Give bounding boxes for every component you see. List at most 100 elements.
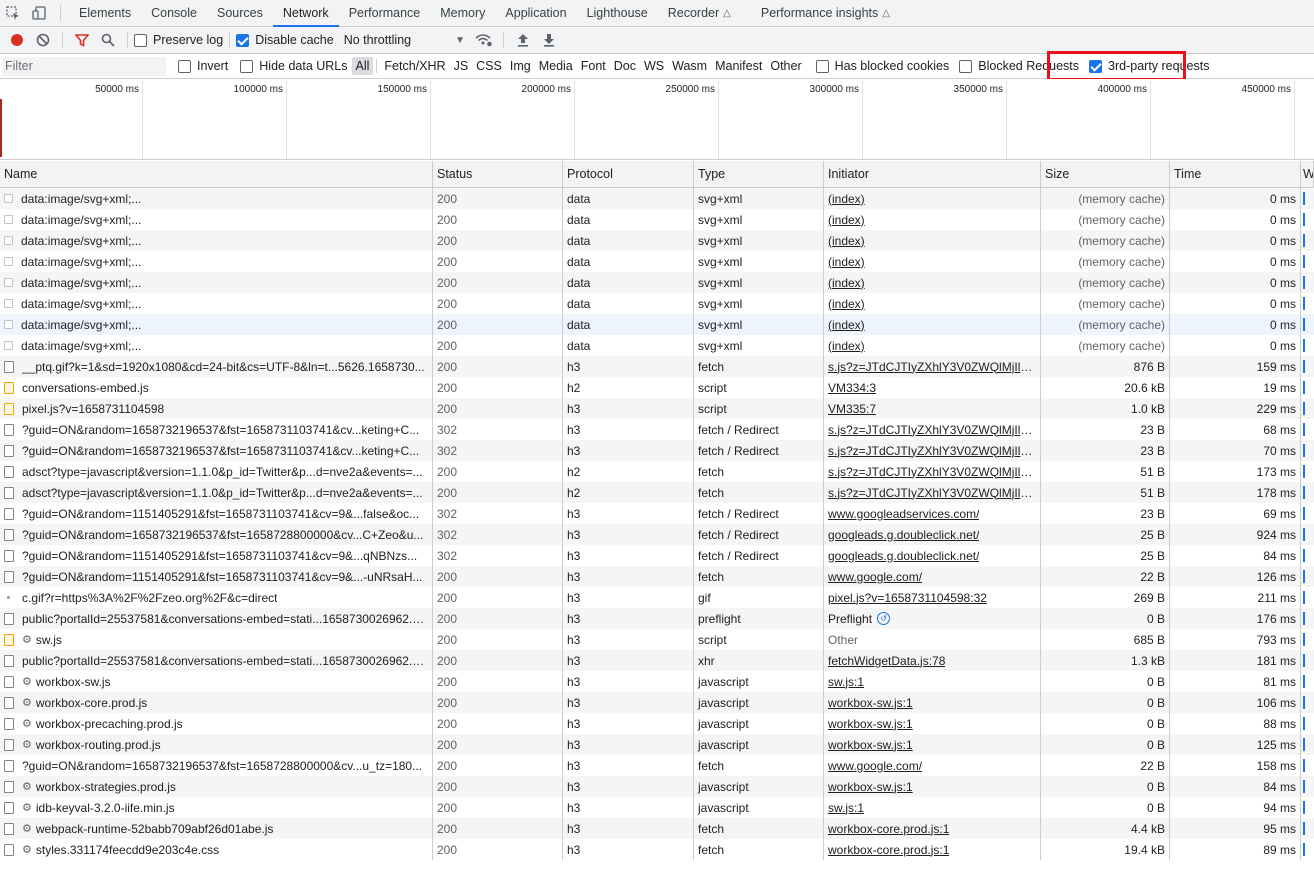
initiator-link[interactable]: www.googleadservices.com/ xyxy=(828,507,979,521)
initiator-link[interactable]: googleads.g.doubleclick.net/ xyxy=(828,549,979,563)
column-header-size[interactable]: Size xyxy=(1041,161,1170,187)
has-blocked-cookies-checkbox[interactable]: Has blocked cookies xyxy=(815,59,949,73)
cell-name[interactable]: ⚙ webpack-runtime-52babb709abf26d01abe.js xyxy=(0,818,433,839)
table-row[interactable]: data:image/svg+xml;... 200 data svg+xml (ind… xyxy=(0,272,1314,293)
cell-name[interactable]: __ptq.gif?k=1&sd=1920x1080&cd=24-bit&cs=… xyxy=(0,356,433,377)
table-row[interactable]: ⚙ workbox-sw.js 200 h3 javascript sw.js:1 0 B8… xyxy=(0,671,1314,692)
cell-name[interactable]: ?guid=ON&random=1151405291&fst=165873110… xyxy=(0,545,433,566)
column-header-time[interactable]: Time xyxy=(1170,161,1301,187)
tab-console[interactable]: Console xyxy=(141,0,207,26)
initiator-link[interactable]: workbox-sw.js:1 xyxy=(828,696,913,710)
preserve-log-checkbox[interactable]: Preserve log xyxy=(134,33,223,47)
tab-lighthouse[interactable]: Lighthouse xyxy=(577,0,658,26)
cell-name[interactable]: ?guid=ON&random=1658732196537&fst=165872… xyxy=(0,755,433,776)
table-row[interactable]: data:image/svg+xml;... 200 data svg+xml (ind… xyxy=(0,230,1314,251)
tab-performance-insights[interactable]: Performance insights △ xyxy=(751,0,900,26)
cell-name[interactable]: ?guid=ON&random=1658732196537&fst=165873… xyxy=(0,419,433,440)
table-row[interactable]: ⚙ workbox-strategies.prod.js 200 h3 javascri… xyxy=(0,776,1314,797)
throttling-select[interactable]: No throttling ▼ xyxy=(338,33,465,47)
table-row[interactable]: data:image/svg+xml;... 200 data svg+xml (ind… xyxy=(0,188,1314,209)
table-row[interactable]: ?guid=ON&random=1658732196537&fst=165872… xyxy=(0,524,1314,545)
table-row[interactable]: ⚙ sw.js 200 h3 script Other 685 B 793 ms xyxy=(0,629,1314,650)
table-row[interactable]: ?guid=ON&random=1658732196537&fst=165872… xyxy=(0,755,1314,776)
initiator-link[interactable]: workbox-sw.js:1 xyxy=(828,738,913,752)
checkbox-box[interactable] xyxy=(959,59,973,73)
checkbox-box[interactable] xyxy=(240,59,254,73)
cell-name[interactable]: data:image/svg+xml;... xyxy=(0,335,433,356)
initiator-link[interactable]: (index) xyxy=(828,276,865,290)
table-row[interactable]: conversations-embed.js 200 h2 script VM334:3… xyxy=(0,377,1314,398)
inspect-element-icon[interactable] xyxy=(0,0,26,26)
cell-name[interactable]: data:image/svg+xml;... xyxy=(0,314,433,335)
cell-name[interactable]: data:image/svg+xml;... xyxy=(0,293,433,314)
cell-name[interactable]: conversations-embed.js xyxy=(0,377,433,398)
initiator-link[interactable]: workbox-sw.js:1 xyxy=(828,780,913,794)
table-row[interactable]: public?portalId=25537581&conversations-e… xyxy=(0,650,1314,671)
cell-name[interactable]: ⚙ idb-keyval-3.2.0-iife.min.js xyxy=(0,797,433,818)
cell-name[interactable]: public?portalId=25537581&conversations-e… xyxy=(0,650,433,671)
type-filter-fetch-xhr[interactable]: Fetch/XHR xyxy=(380,57,449,75)
table-row[interactable]: ?guid=ON&random=1658732196537&fst=165873… xyxy=(0,419,1314,440)
checkbox-box[interactable] xyxy=(134,33,147,47)
cell-name[interactable]: adsct?type=javascript&version=1.1.0&p_id… xyxy=(0,461,433,482)
tab-performance[interactable]: Performance xyxy=(339,0,431,26)
tab-elements[interactable]: Elements xyxy=(69,0,141,26)
initiator-link[interactable]: VM334:3 xyxy=(828,381,876,395)
column-header-protocol[interactable]: Protocol xyxy=(563,161,694,187)
table-row[interactable]: adsct?type=javascript&version=1.1.0&p_id… xyxy=(0,461,1314,482)
table-row[interactable]: data:image/svg+xml;... 200 data svg+xml (ind… xyxy=(0,293,1314,314)
cell-name[interactable]: ?guid=ON&random=1658732196537&fst=165872… xyxy=(0,524,433,545)
table-row[interactable]: data:image/svg+xml;... 200 data svg+xml (ind… xyxy=(0,209,1314,230)
device-toolbar-icon[interactable] xyxy=(26,0,52,26)
cell-name[interactable]: ?guid=ON&random=1151405291&fst=165873110… xyxy=(0,503,433,524)
initiator-link[interactable]: s.js?z=JTdCJTIyZXhlY3V0ZWQlMjIlM0... xyxy=(828,444,1036,458)
cell-name[interactable]: ⚙ workbox-core.prod.js xyxy=(0,692,433,713)
initiator-link[interactable]: (index) xyxy=(828,339,865,353)
cell-name[interactable]: ?guid=ON&random=1151405291&fst=165873110… xyxy=(0,566,433,587)
type-filter-css[interactable]: CSS xyxy=(472,57,506,75)
network-conditions-button[interactable] xyxy=(471,28,497,52)
table-row[interactable]: ⚙ workbox-core.prod.js 200 h3 javascript work… xyxy=(0,692,1314,713)
preflight-link-icon[interactable]: ↺ xyxy=(877,612,891,625)
tab-recorder[interactable]: Recorder △ xyxy=(658,0,741,26)
initiator-link[interactable]: pixel.js?v=1658731104598:32 xyxy=(828,591,987,605)
table-row[interactable]: ⚙ workbox-precaching.prod.js 200 h3 javascri… xyxy=(0,713,1314,734)
column-header-name[interactable]: Name xyxy=(0,161,433,187)
checkbox-box[interactable] xyxy=(815,59,829,73)
initiator-link[interactable]: workbox-core.prod.js:1 xyxy=(828,843,949,857)
table-row[interactable]: ?guid=ON&random=1151405291&fst=165873110… xyxy=(0,545,1314,566)
initiator-link[interactable]: www.google.com/ xyxy=(828,759,922,773)
table-row[interactable]: data:image/svg+xml;... 200 data svg+xml (ind… xyxy=(0,335,1314,356)
initiator-link[interactable]: workbox-sw.js:1 xyxy=(828,717,913,731)
table-row[interactable]: ⚙ workbox-routing.prod.js 200 h3 javascript w… xyxy=(0,734,1314,755)
table-row[interactable]: ?guid=ON&random=1151405291&fst=165873110… xyxy=(0,566,1314,587)
initiator-link[interactable]: www.google.com/ xyxy=(828,570,922,584)
initiator-link[interactable]: s.js?z=JTdCJTIyZXhlY3V0ZWQlMjIlM0... xyxy=(828,360,1036,374)
filter-toggle-button[interactable] xyxy=(69,28,95,52)
cell-name[interactable]: ⚙ sw.js xyxy=(0,629,433,650)
initiator-link[interactable]: sw.js:1 xyxy=(828,801,864,815)
cell-name[interactable]: ⚙ styles.331174feecdd9e203c4e.css xyxy=(0,839,433,860)
export-har-button[interactable] xyxy=(536,28,562,52)
table-row[interactable]: data:image/svg+xml;... 200 data svg+xml (ind… xyxy=(0,314,1314,335)
cell-name[interactable]: data:image/svg+xml;... xyxy=(0,209,433,230)
cell-name[interactable]: adsct?type=javascript&version=1.1.0&p_id… xyxy=(0,482,433,503)
type-filter-font[interactable]: Font xyxy=(577,57,610,75)
cell-name[interactable]: data:image/svg+xml;... xyxy=(0,272,433,293)
cell-name[interactable]: ?guid=ON&random=1658732196537&fst=165873… xyxy=(0,440,433,461)
column-header-initiator[interactable]: Initiator xyxy=(824,161,1041,187)
checkbox-box[interactable] xyxy=(236,33,250,47)
cell-name[interactable]: c.gif?r=https%3A%2F%2Fzeo.org%2F&c=direc… xyxy=(0,587,433,608)
initiator-link[interactable]: VM335:7 xyxy=(828,402,876,416)
table-row[interactable]: pixel.js?v=1658731104598 200 h3 script VM335… xyxy=(0,398,1314,419)
record-button[interactable] xyxy=(4,28,30,52)
initiator-link[interactable]: googleads.g.doubleclick.net/ xyxy=(828,528,979,542)
initiator-link[interactable]: fetchWidgetData.js:78 xyxy=(828,654,945,668)
initiator-link[interactable]: (index) xyxy=(828,234,865,248)
filter-input[interactable] xyxy=(2,56,166,76)
table-row[interactable]: ⚙ idb-keyval-3.2.0-iife.min.js 200 h3 javasc… xyxy=(0,797,1314,818)
type-filter-ws[interactable]: WS xyxy=(640,57,668,75)
type-filter-media[interactable]: Media xyxy=(535,57,577,75)
table-row[interactable]: __ptq.gif?k=1&sd=1920x1080&cd=24-bit&cs=… xyxy=(0,356,1314,377)
hide-data-urls-checkbox[interactable]: Hide data URLs xyxy=(240,59,348,73)
